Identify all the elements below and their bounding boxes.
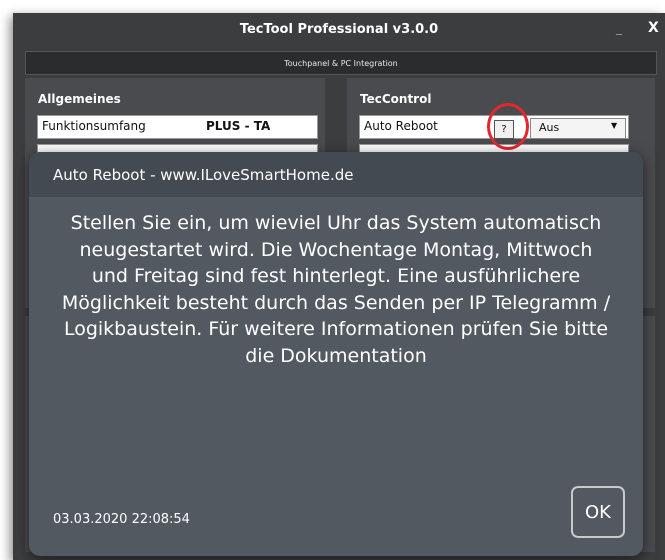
window-title: TecTool Professional v3.0.0: [239, 22, 439, 37]
title-bar: TecTool Professional v3.0.0: [13, 13, 665, 46]
chevron-down-icon: ▼: [611, 121, 618, 130]
dialog-message: Stellen Sie ein, um wieviel Uhr das Syst…: [61, 212, 611, 367]
dialog-title: Auto Reboot - www.ILoveSmartHome.de: [53, 166, 354, 184]
subtitle-text: Touchpanel & PC Integration: [284, 58, 398, 68]
minimize-button[interactable]: _: [616, 21, 622, 35]
dialog-header: Auto Reboot - www.ILoveSmartHome.de: [29, 152, 643, 197]
funktionsumfang-value: PLUS - TA: [206, 119, 271, 133]
dialog-timestamp: 03.03.2020 22:08:54: [53, 512, 190, 527]
select-value: Aus: [539, 121, 560, 134]
auto-reboot-select[interactable]: Aus ▼: [530, 118, 626, 139]
close-button[interactable]: X: [648, 20, 659, 36]
ok-button[interactable]: OK: [571, 486, 625, 538]
funktionsumfang-row: Funktionsumfang PLUS - TA: [37, 115, 318, 139]
ok-button-label: OK: [585, 501, 611, 523]
teccontrol-title: TecControl: [360, 92, 432, 106]
funktionsumfang-label: Funktionsumfang: [42, 119, 146, 133]
subtitle-bar: Touchpanel & PC Integration: [25, 51, 657, 75]
allgemeines-title: Allgemeines: [38, 92, 121, 106]
auto-reboot-label: Auto Reboot: [364, 119, 438, 133]
auto-reboot-dialog: Auto Reboot - www.ILoveSmartHome.de Stel…: [29, 152, 643, 556]
highlight-circle: [487, 103, 529, 150]
